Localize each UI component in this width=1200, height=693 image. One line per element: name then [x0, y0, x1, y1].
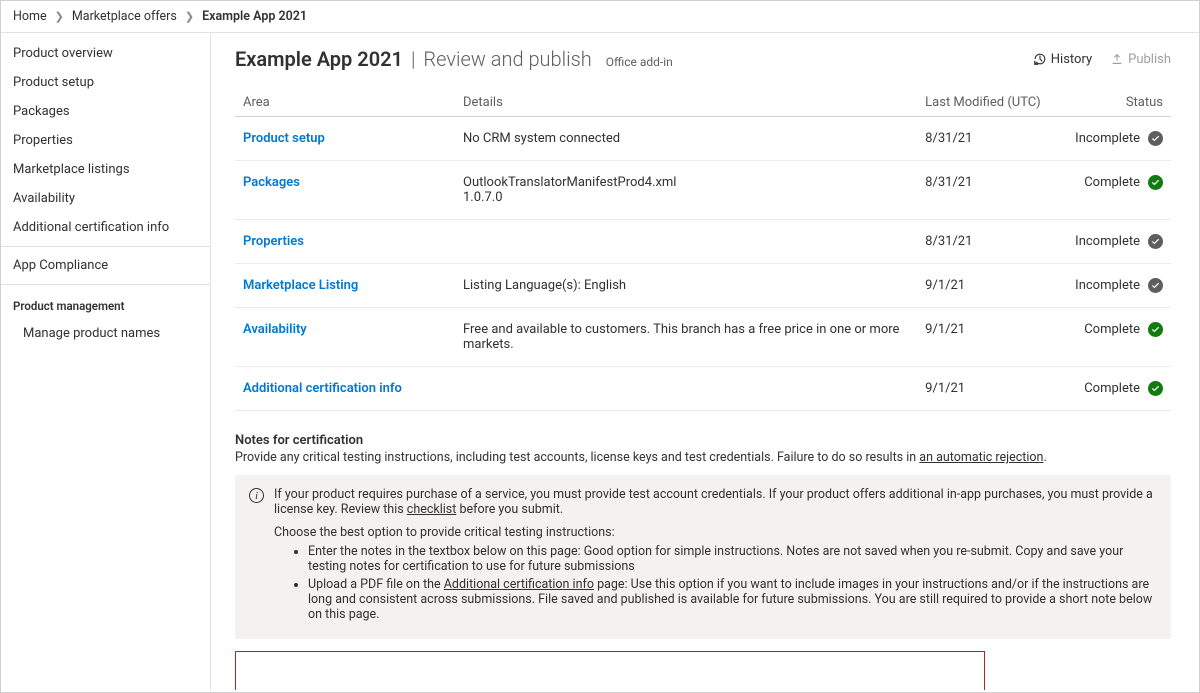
additional-cert-info-link[interactable]: Additional certification info: [444, 577, 594, 592]
history-icon: [1033, 52, 1047, 66]
checklist-link[interactable]: checklist: [407, 502, 457, 517]
notes-description: Provide any critical testing instruction…: [235, 450, 1171, 465]
table-row: Additional certification info 9/1/21Compl…: [235, 367, 1171, 411]
check-complete-icon: [1148, 322, 1163, 337]
details-cell: Free and available to customers. This br…: [455, 308, 917, 367]
details-cell: OutlookTranslatorManifestProd4.xml1.0.7.…: [455, 161, 917, 220]
status-cell: Complete: [1067, 308, 1171, 367]
status-cell: Incomplete: [1067, 117, 1171, 161]
chevron-right-icon: ❯: [55, 10, 64, 23]
infobox-choose-text: Choose the best option to provide critic…: [274, 525, 1157, 540]
sidebar-heading-product-management: Product management: [1, 289, 210, 319]
table-row: Packages OutlookTranslatorManifestProd4.x…: [235, 161, 1171, 220]
chevron-right-icon: ❯: [185, 10, 194, 23]
title-separator: |: [411, 47, 415, 71]
sidebar-item-product-overview[interactable]: Product overview: [1, 39, 210, 68]
table-row: Marketplace Listing Listing Language(s): …: [235, 264, 1171, 308]
details-cell: [455, 220, 917, 264]
main-content: Example App 2021 | Review and publish Of…: [211, 33, 1199, 690]
col-details: Details: [455, 89, 917, 117]
table-row: Product setup No CRM system connected8/31…: [235, 117, 1171, 161]
area-link-packages[interactable]: Packages: [243, 175, 300, 190]
details-cell: Listing Language(s): English: [455, 264, 917, 308]
col-status: Status: [1067, 89, 1171, 117]
check-complete-icon: [1148, 381, 1163, 396]
info-icon: i: [249, 488, 264, 503]
status-cell: Complete: [1067, 367, 1171, 411]
table-row: Properties 8/31/21Incomplete: [235, 220, 1171, 264]
sidebar-item-packages[interactable]: Packages: [1, 97, 210, 126]
modified-cell: 9/1/21: [917, 308, 1067, 367]
breadcrumb: Home ❯ Marketplace offers ❯ Example App …: [1, 1, 1199, 33]
sidebar-item-marketplace-listings[interactable]: Marketplace listings: [1, 155, 210, 184]
infobox-bullet-2: Upload a PDF file on the Additional cert…: [308, 577, 1157, 622]
app-name: Example App 2021: [235, 47, 403, 71]
breadcrumb-offers[interactable]: Marketplace offers: [72, 9, 177, 24]
check-incomplete-icon: [1148, 278, 1163, 293]
modified-cell: 8/31/21: [917, 220, 1067, 264]
check-complete-icon: [1148, 175, 1163, 190]
publish-icon: [1110, 52, 1124, 66]
sidebar-item-manage-product-names[interactable]: Manage product names: [1, 319, 210, 348]
sidebar-item-product-setup[interactable]: Product setup: [1, 68, 210, 97]
area-link-product-setup[interactable]: Product setup: [243, 131, 325, 146]
col-area: Area: [235, 89, 455, 117]
breadcrumb-home[interactable]: Home: [13, 9, 47, 24]
page-titlebar: Example App 2021 | Review and publish Of…: [235, 47, 1171, 71]
check-incomplete-icon: [1148, 131, 1163, 146]
certification-info-box: i If your product requires purchase of a…: [235, 475, 1171, 639]
infobox-primary-text: If your product requires purchase of a s…: [274, 487, 1157, 517]
status-cell: Complete: [1067, 161, 1171, 220]
certification-notes-textarea[interactable]: [235, 651, 985, 690]
sidebar: Product overviewProduct setupPackagesPro…: [1, 33, 211, 690]
area-link-additional-certification-info[interactable]: Additional certification info: [243, 381, 402, 396]
breadcrumb-current: Example App 2021: [202, 9, 307, 24]
sidebar-item-availability[interactable]: Availability: [1, 184, 210, 213]
sidebar-item-properties[interactable]: Properties: [1, 126, 210, 155]
page-title: Review and publish: [423, 47, 591, 71]
details-cell: [455, 367, 917, 411]
addin-type-label: Office add-in: [606, 55, 673, 69]
status-cell: Incomplete: [1067, 220, 1171, 264]
status-cell: Incomplete: [1067, 264, 1171, 308]
modified-cell: 9/1/21: [917, 264, 1067, 308]
modified-cell: 8/31/21: [917, 117, 1067, 161]
history-label: History: [1051, 52, 1092, 67]
notes-heading: Notes for certification: [235, 433, 1171, 448]
area-link-properties[interactable]: Properties: [243, 234, 304, 249]
col-modified: Last Modified (UTC): [917, 89, 1067, 117]
area-link-availability[interactable]: Availability: [243, 322, 307, 337]
divider: [1, 284, 210, 285]
divider: [1, 246, 210, 247]
table-row: Availability Free and available to custom…: [235, 308, 1171, 367]
sidebar-item-app-compliance[interactable]: App Compliance: [1, 251, 210, 280]
sidebar-item-additional-certification-info[interactable]: Additional certification info: [1, 213, 210, 242]
modified-cell: 9/1/21: [917, 367, 1067, 411]
publish-top-button: Publish: [1110, 52, 1171, 67]
auto-rejection-link[interactable]: an automatic rejection: [919, 450, 1043, 465]
check-incomplete-icon: [1148, 234, 1163, 249]
details-cell: No CRM system connected: [455, 117, 917, 161]
modified-cell: 8/31/21: [917, 161, 1067, 220]
publish-top-label: Publish: [1128, 52, 1171, 67]
infobox-bullet-1: Enter the notes in the textbox below on …: [308, 544, 1157, 574]
history-button[interactable]: History: [1033, 52, 1092, 67]
area-link-marketplace-listing[interactable]: Marketplace Listing: [243, 278, 358, 293]
review-table: Area Details Last Modified (UTC) Status …: [235, 89, 1171, 411]
